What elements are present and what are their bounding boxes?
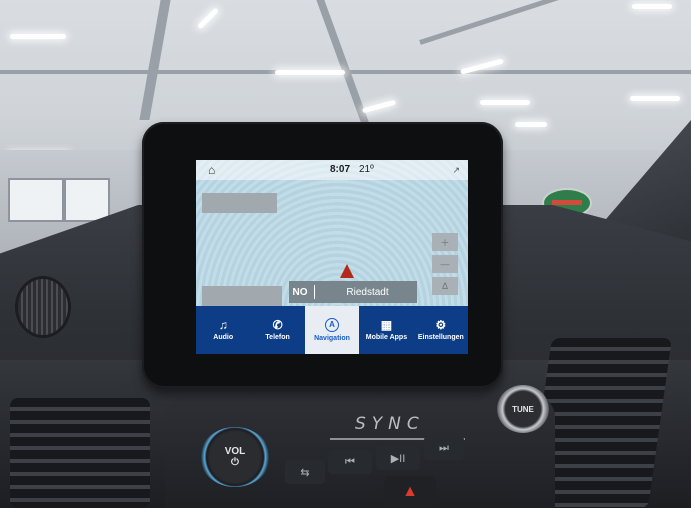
map-status-panel [202,286,282,306]
apps-grid-icon: ▦ [380,318,393,332]
hazard-button[interactable]: ▲ [384,476,436,508]
phone-icon: ✆ [272,318,283,332]
nav-mobile-apps[interactable]: ▦ Mobile Apps [359,306,413,354]
ceiling-lamp [10,34,66,39]
nav-navigation-label: Navigation [314,335,350,342]
zoom-out-icon: — [440,259,450,269]
clock: 8:07 [330,164,351,175]
ceiling-lamp [630,96,680,101]
tune-label: TUNE [512,404,534,414]
street-name: Riedstadt [346,286,389,298]
nav-einstellungen-label: Einstellungen [417,334,464,341]
ceiling-truss [0,70,691,74]
nav-audio-label: Audio [213,334,234,341]
north-icon: Δ [441,281,448,291]
light-switch-knob[interactable] [18,279,68,335]
vol-label: VOL [224,446,246,457]
navigation-icon: A [325,318,340,332]
bottom-nav-bar: ♫ Audio ✆ Telefon A Navigation ▦ Mobile … [196,306,468,354]
nav-audio[interactable]: ♫ Audio [196,306,250,354]
nav-mobile-apps-label: Mobile Apps [365,334,408,341]
next-track-button[interactable]: ⏭ [424,436,464,460]
status-bar: ⌂ 8:07 21º ↗ [196,160,468,180]
ceiling-lamp [480,100,530,105]
tune-knob[interactable]: TUNE [497,385,549,433]
current-street-bar: NO Riedstadt [289,281,417,303]
music-note-icon: ♫ [218,318,228,332]
outside-temperature: 21º [359,164,374,175]
infotainment-screen[interactable]: ⌂ 8:07 21º ↗ ＋ — Δ NO Riedstadt ♫ Audio … [196,160,468,354]
ceiling-lamp [275,70,345,75]
vehicle-position-arrow [340,264,354,278]
ceiling-lamp [515,122,547,127]
garage-window [64,178,110,222]
volume-knob[interactable]: VOL ⏻ [200,427,270,487]
ceiling-lamp [632,4,672,9]
nav-telefon-label: Telefon [265,334,290,341]
nav-telefon[interactable]: ✆ Telefon [250,306,304,354]
map-info-panel [202,193,277,213]
left-air-vent[interactable] [10,398,150,508]
settings-icon: ⚙ [435,318,447,332]
power-icon: ⏻ [231,457,239,468]
play-pause-icon: ▶II [390,452,406,465]
hazard-icon: ▲ [402,483,418,500]
zoom-in-button[interactable]: ＋ [432,233,458,251]
nav-einstellungen[interactable]: ⚙ Einstellungen [414,306,468,354]
home-icon[interactable]: ⌂ [208,163,215,177]
compass-icon: ↗ [452,165,460,175]
eq-button[interactable]: ⇆ [285,460,325,484]
prev-track-button[interactable]: ⏮ [328,450,372,474]
nav-navigation[interactable]: A Navigation [304,306,360,354]
next-icon: ⏭ [439,441,449,454]
garage-window [8,178,64,222]
street-direction: NO [292,286,308,298]
north-up-button[interactable]: Δ [432,277,458,295]
zoom-in-icon: ＋ [440,237,450,248]
street-divider [314,285,315,299]
play-pause-button[interactable]: ▶II [376,446,420,470]
sync-logo: SYNC [355,414,425,434]
zoom-out-button[interactable]: — [432,255,458,273]
eq-icon: ⇆ [300,466,310,479]
prev-icon: ⏮ [345,455,355,468]
